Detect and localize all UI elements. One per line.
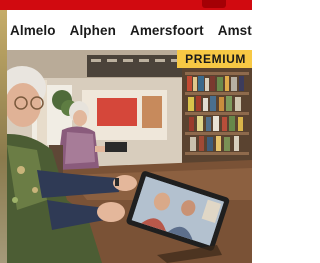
- nav-item-almelo[interactable]: Almelo: [10, 10, 56, 52]
- header-button[interactable]: [202, 0, 226, 8]
- page-edge-sliver: [0, 0, 7, 263]
- article-hero-image[interactable]: PREMIUM: [7, 50, 252, 263]
- city-nav: Almelo Alphen Amersfoort Amsterdam: [7, 10, 252, 52]
- site-header-bar: [0, 0, 252, 10]
- premium-badge: PREMIUM: [177, 50, 252, 68]
- photo-illustration: [7, 50, 252, 263]
- nav-item-alphen[interactable]: Alphen: [70, 10, 116, 52]
- nav-item-amersfoort[interactable]: Amersfoort: [130, 10, 204, 52]
- nav-item-amsterdam[interactable]: Amsterdam: [218, 10, 252, 52]
